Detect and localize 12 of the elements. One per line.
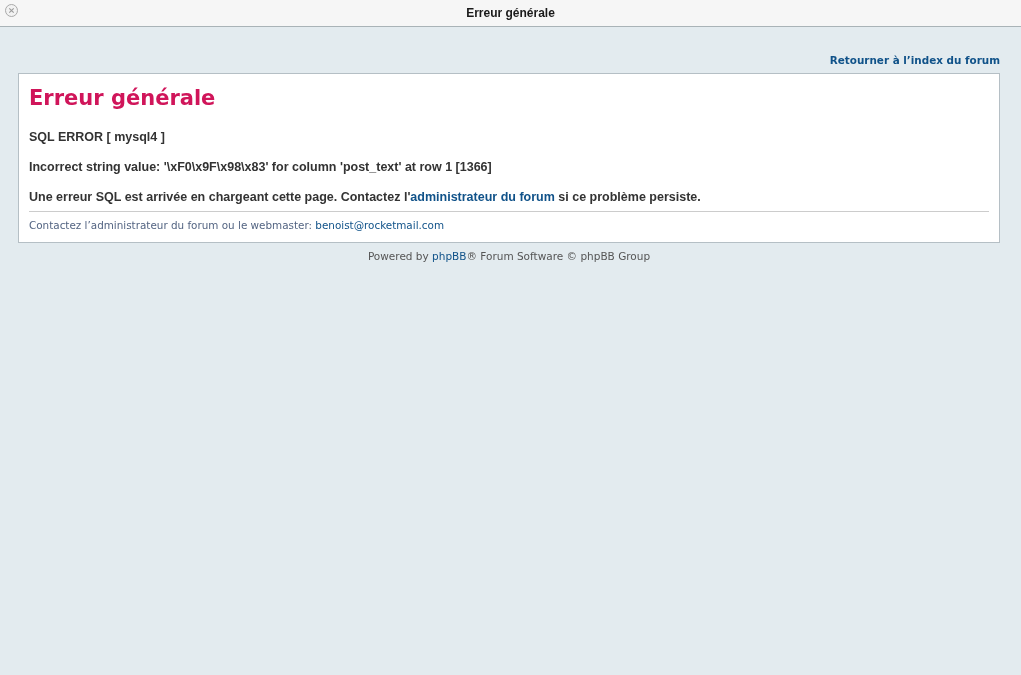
powered-by-text: Powered by phpBB® Forum Software © phpBB Group [366, 249, 652, 263]
contact-text: Contactez l’administrateur du forum ou le webmaster: benoist@rocketmail.com [29, 218, 445, 232]
error-notice: Une erreur SQL est arrivée en chargeant cette page. Contactez l'administrateur du forum si ce problème persiste. [29, 190, 702, 205]
error-heading: Erreur générale [29, 85, 217, 112]
window-title: Erreur générale [466, 6, 555, 20]
email-link[interactable]: benoist@rocketmail.com [315, 219, 444, 231]
error-text: SQL ERROR [ mysql4 ] [29, 130, 166, 145]
phpbb-link[interactable]: phpBB [432, 250, 467, 262]
close-icon[interactable] [5, 4, 18, 17]
error-message: Incorrect string value: '\xF0\x9F\x98\x83' for column 'post_text' at row 1 [1366] [29, 160, 493, 175]
back-to-index-link[interactable]: Retourner à l’index du forum [829, 53, 1000, 67]
admin-link[interactable]: administrateur du forum [410, 190, 555, 204]
